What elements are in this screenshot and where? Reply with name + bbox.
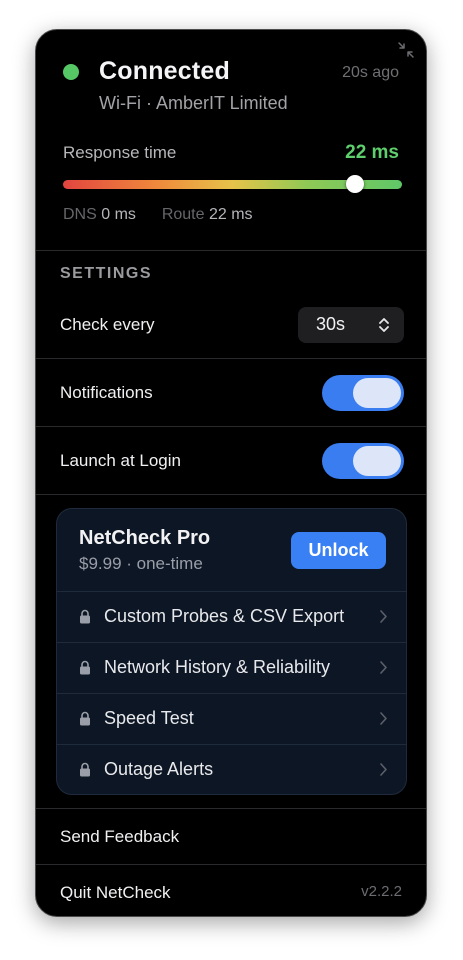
divider <box>36 250 426 251</box>
send-feedback-link[interactable]: Send Feedback <box>60 827 179 847</box>
launch-at-login-toggle[interactable] <box>322 443 404 479</box>
response-time-label: Response time <box>63 143 177 162</box>
divider <box>36 864 426 865</box>
toggle-knob <box>353 446 401 476</box>
launch-at-login-label: Launch at Login <box>60 451 181 470</box>
feature-row-speed-test[interactable]: Speed Test <box>57 693 406 745</box>
status-indicator-dot <box>63 64 79 80</box>
chevron-right-icon <box>380 610 387 623</box>
feature-label: Custom Probes & CSV Export <box>104 606 345 626</box>
route-value: 22 ms <box>208 206 253 223</box>
feature-label: Network History & Reliability <box>104 657 331 677</box>
lock-icon <box>80 711 90 726</box>
response-time-value: 22 ms <box>345 142 399 163</box>
divider <box>36 426 426 427</box>
netcheck-popover: Connected 20s ago Wi-Fi · AmberIT Limite… <box>35 29 427 917</box>
divider <box>36 808 426 809</box>
settings-header: SETTINGS <box>60 265 153 282</box>
lock-icon <box>80 762 90 777</box>
feature-row-network-history[interactable]: Network History & Reliability <box>57 642 406 694</box>
feature-label: Speed Test <box>104 708 194 728</box>
check-interval-value: 30s <box>316 314 346 334</box>
lock-icon <box>80 609 90 624</box>
lock-icon <box>80 660 90 675</box>
check-interval-select[interactable]: 30s <box>298 307 404 343</box>
divider <box>36 494 426 495</box>
collapse-icon[interactable] <box>397 41 415 59</box>
latency-indicator <box>345 175 364 193</box>
pro-price: $9.99 · one-time <box>79 554 203 573</box>
app-version: v2.2.2 <box>361 883 402 900</box>
feature-row-outage-alerts[interactable]: Outage Alerts <box>57 744 406 796</box>
pro-title: NetCheck Pro <box>79 527 211 549</box>
latency-breakdown: DNS 0 ms Route 22 ms <box>63 206 253 224</box>
last-checked-time: 20s ago <box>342 64 399 81</box>
unlock-button[interactable]: Unlock <box>291 532 386 569</box>
quit-button[interactable]: Quit NetCheck <box>60 883 171 903</box>
chevron-right-icon <box>380 661 387 674</box>
notifications-label: Notifications <box>60 383 153 402</box>
check-every-label: Check every <box>60 315 155 334</box>
chevron-right-icon <box>380 763 387 776</box>
connection-subtitle: Wi-Fi · AmberIT Limited <box>99 93 288 113</box>
route-label: Route <box>161 206 205 223</box>
notifications-toggle[interactable] <box>322 375 404 411</box>
up-down-chevron-icon <box>379 318 389 332</box>
dns-value: 0 ms <box>101 206 136 223</box>
feature-row-custom-probes[interactable]: Custom Probes & CSV Export <box>57 591 406 643</box>
pro-upgrade-card: NetCheck Pro $9.99 · one-time Unlock Cus… <box>56 508 407 795</box>
chevron-right-icon <box>380 712 387 725</box>
divider <box>36 358 426 359</box>
toggle-knob <box>353 378 401 408</box>
connection-status-title: Connected <box>99 57 230 85</box>
dns-label: DNS <box>63 206 97 223</box>
feature-label: Outage Alerts <box>104 759 214 779</box>
